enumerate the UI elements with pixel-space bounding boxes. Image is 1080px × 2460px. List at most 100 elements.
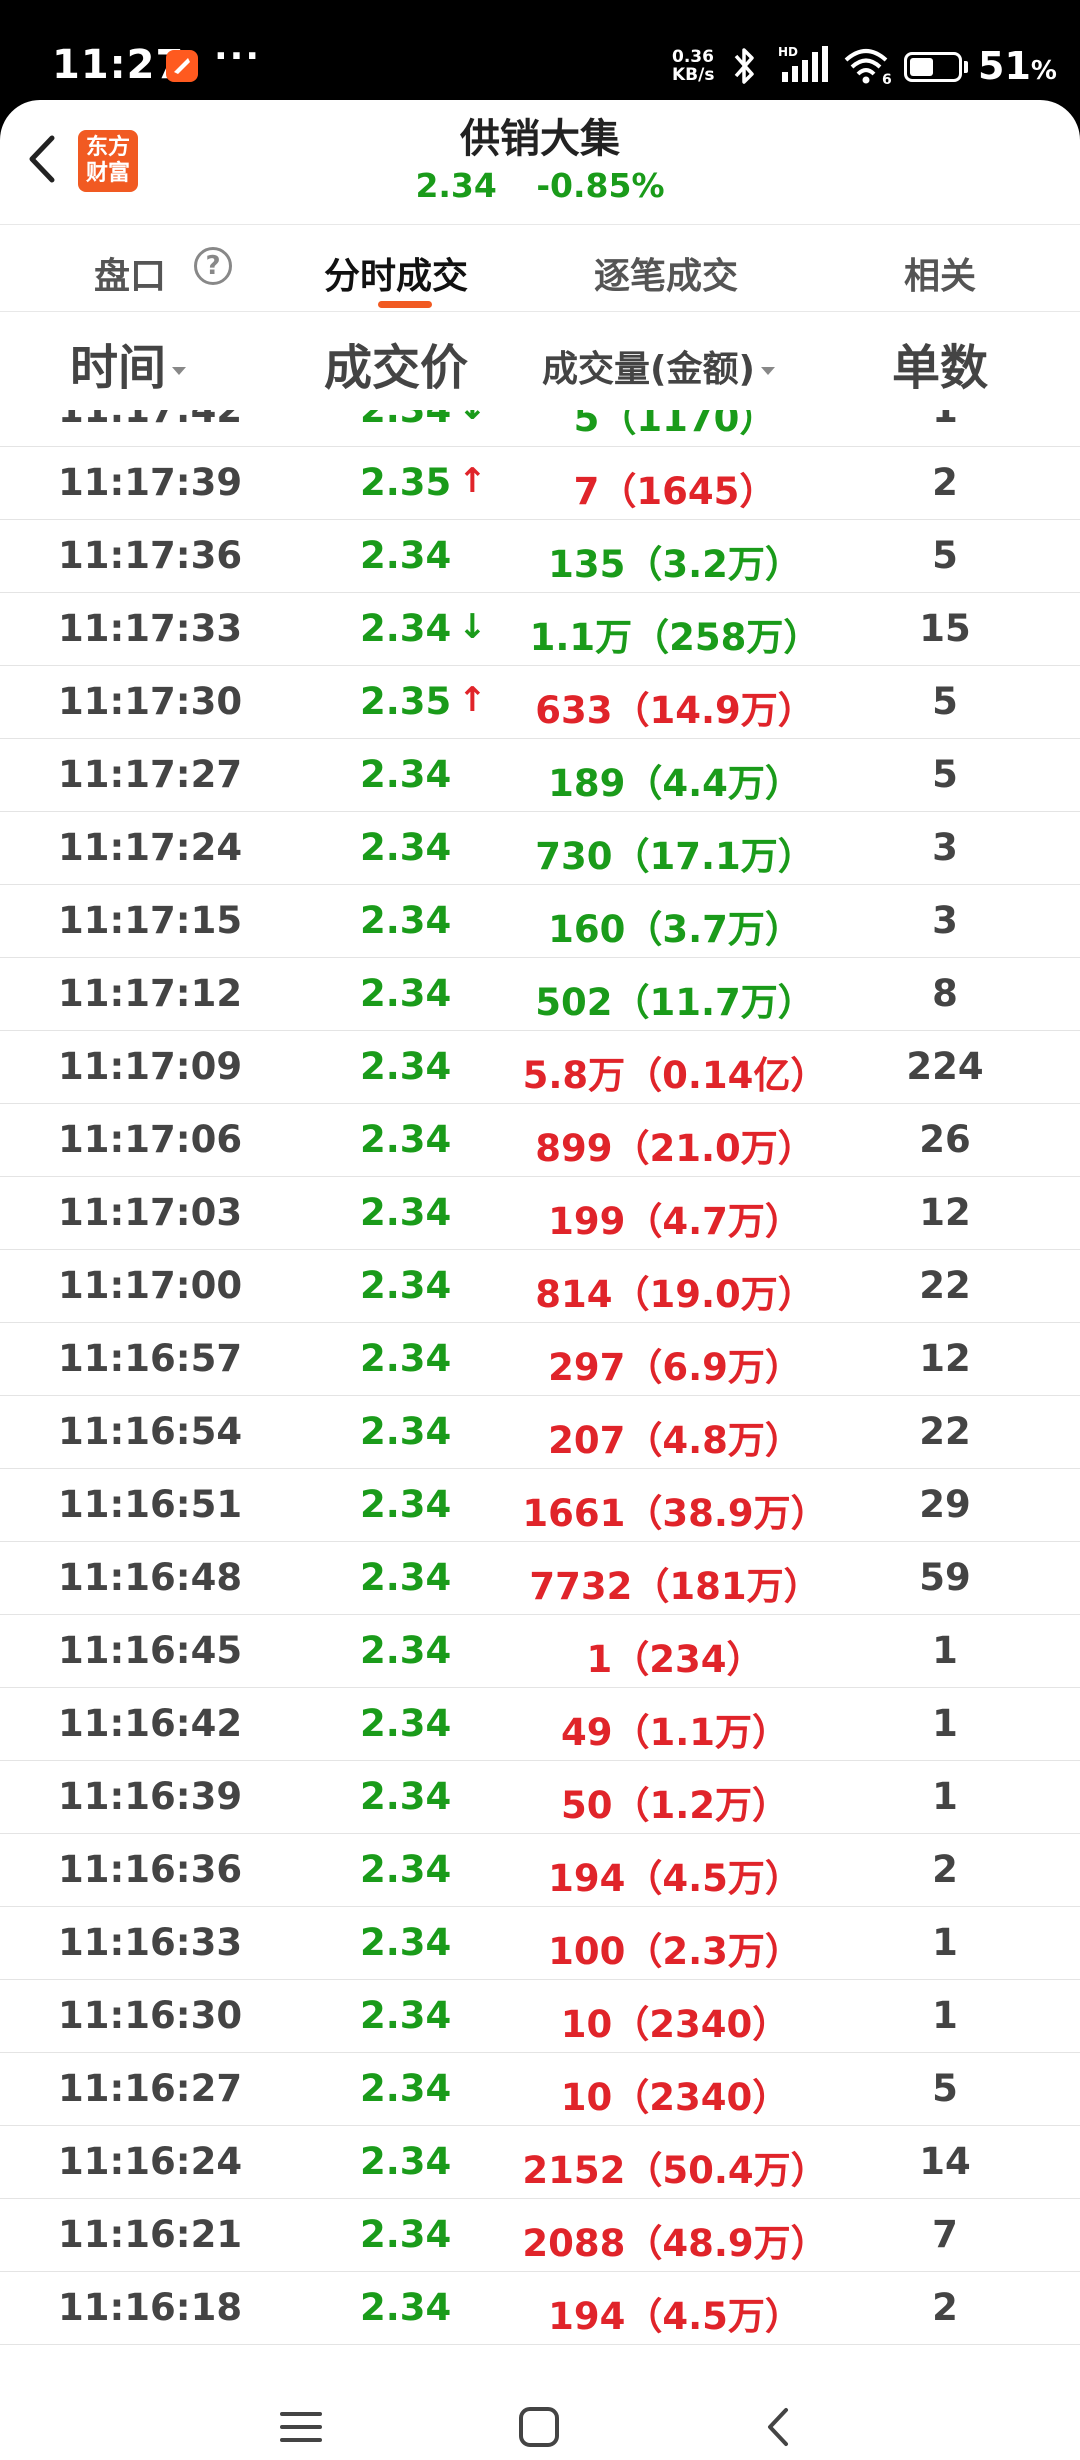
trade-time: 11:17:36 [58,534,243,577]
tab-fenshi-chengjiao[interactable]: 分时成交 [324,247,468,299]
trade-volume: 10（2340） [560,2003,790,2046]
stock-price: 2.34 [415,166,497,205]
trade-volume: 7（1645） [573,470,777,513]
status-bar: 11:27 ··· 0.36 KB/s HD 6 51% [0,0,1080,100]
trade-time: 11:16:30 [58,1994,243,2037]
trade-volume: 199（4.7万） [548,1200,802,1243]
more-notifications-icon: ··· [214,36,262,77]
trade-time: 11:16:27 [58,2067,243,2110]
trade-price: 2.34 [360,2213,452,2256]
trade-price: 2.34 [360,607,452,650]
trade-row: 11:16:45 2.34 1（234） 1 [0,1615,1080,1688]
trade-count: 3 [932,826,958,869]
trade-row: 11:17:12 2.34 502（11.7万） 8 [0,958,1080,1031]
trade-row: 11:16:21 2.34 2088（48.9万） 7 [0,2199,1080,2272]
trade-count: 15 [919,607,971,650]
trade-volume: 1（234） [586,1638,764,1681]
tab-pankou[interactable]: 盘口 [94,247,166,299]
trade-count: 5 [932,2067,958,2110]
trade-time: 11:16:51 [58,1483,243,1526]
trade-time: 11:16:54 [58,1410,243,1453]
sort-caret-icon [760,367,775,375]
system-nav-bar [0,2394,1080,2460]
signal-icon: HD [778,44,834,88]
trade-time: 11:17:00 [58,1264,243,1307]
trade-count: 5 [932,680,958,723]
tab-xiangguan[interactable]: 相关 [904,247,976,299]
column-header: 时间 成交价 成交量(金额) 单数 [0,312,1080,410]
trade-volume: 160（3.7万） [548,908,802,951]
trade-row: 11:16:30 2.34 10（2340） 1 [0,1980,1080,2053]
trade-count: 1 [932,1921,958,1964]
trade-row: 11:16:39 2.34 50（1.2万） 1 [0,1761,1080,1834]
trade-time: 11:16:18 [58,2286,243,2329]
trade-count: 8 [932,972,958,1015]
trade-time: 11:16:36 [58,1848,243,1891]
trade-volume: 135（3.2万） [548,543,802,586]
trade-time: 11:16:48 [58,1556,243,1599]
trade-row: 11:17:00 2.34 814（19.0万） 22 [0,1250,1080,1323]
column-count: 单数 [892,340,989,396]
stock-quote: 2.34 -0.85% [0,166,1080,205]
help-icon[interactable]: ? [194,247,232,285]
trade-price: 2.34 [360,1264,452,1307]
trade-price: 2.34 [360,1702,452,1745]
hd-label: HD [778,45,798,59]
trade-volume: 194（4.5万） [548,1857,802,1900]
trade-row: 11:16:54 2.34 207（4.8万） 22 [0,1396,1080,1469]
back-icon[interactable] [758,2406,800,2452]
column-volume[interactable]: 成交量(金额) [542,340,775,392]
trade-count: 1 [932,1994,958,2037]
trade-count: 12 [919,1337,971,1380]
trade-count: 59 [919,1556,971,1599]
home-icon[interactable] [518,2406,560,2452]
trade-row: 11:16:24 2.34 2152（50.4万） 14 [0,2126,1080,2199]
trade-price: 2.34 [360,753,452,796]
trade-row: 11:17:33 2.34 ↓ 1.1万（258万） 15 [0,593,1080,666]
trade-price: 2.34 [360,1848,452,1891]
tab-zhubi-chengjiao[interactable]: 逐笔成交 [594,247,738,299]
trade-time: 11:17:33 [58,607,243,650]
trade-count: 7 [932,2213,958,2256]
trade-count: 2 [932,461,958,504]
menu-icon[interactable] [280,2406,322,2452]
trade-list[interactable]: 11:17:42 2.34 ↓ 5（1170） 1 11:17:39 2.35 ↑ 7（1645… [0,400,1080,2394]
battery-cap [964,61,968,73]
trade-volume: 2152（50.4万） [522,2149,828,2192]
trade-volume: 502（11.7万） [535,981,815,1024]
trade-time: 11:17:27 [58,753,243,796]
tab-bar: 盘口 ? 分时成交 逐笔成交 相关 [0,224,1080,312]
wifi-icon: 6 [842,46,892,90]
trade-count: 3 [932,899,958,942]
trade-count: 5 [932,753,958,796]
active-tab-indicator [378,301,432,308]
trade-count: 12 [919,1191,971,1234]
trade-price: 2.34 [360,1337,452,1380]
trade-time: 11:16:33 [58,1921,243,1964]
trade-price: 2.34 [360,826,452,869]
trade-price: 2.34 [360,2067,452,2110]
trade-time: 11:17:39 [58,461,243,504]
trade-price: 2.34 [360,1483,452,1526]
trade-count: 14 [919,2140,971,2183]
app-screen: 东方 财富 供销大集 2.34 -0.85% 盘口 ? 分时成交 逐笔成交 相关… [0,100,1080,2460]
trade-time: 11:16:39 [58,1775,243,1818]
trade-volume: 2088（48.9万） [522,2222,828,2265]
trade-volume: 189（4.4万） [548,762,802,805]
trade-price: 2.34 [360,1629,452,1672]
trade-volume: 814（19.0万） [535,1273,815,1316]
trade-count: 2 [932,1848,958,1891]
trade-time: 11:17:12 [58,972,243,1015]
trade-count: 22 [919,1410,971,1453]
trade-row: 11:16:18 2.34 194（4.5万） 2 [0,2272,1080,2345]
trade-count: 224 [906,1045,984,1088]
trade-time: 11:17:24 [58,826,243,869]
trade-volume: 1661（38.9万） [522,1492,828,1535]
trade-volume: 207（4.8万） [548,1419,802,1462]
trade-price: 2.34 [360,972,452,1015]
trade-price: 2.34 [360,1045,452,1088]
column-time[interactable]: 时间 [70,328,187,398]
battery-percent: 51% [978,44,1057,88]
trade-row: 11:16:42 2.34 49（1.1万） 1 [0,1688,1080,1761]
trade-volume: 194（4.5万） [548,2295,802,2338]
